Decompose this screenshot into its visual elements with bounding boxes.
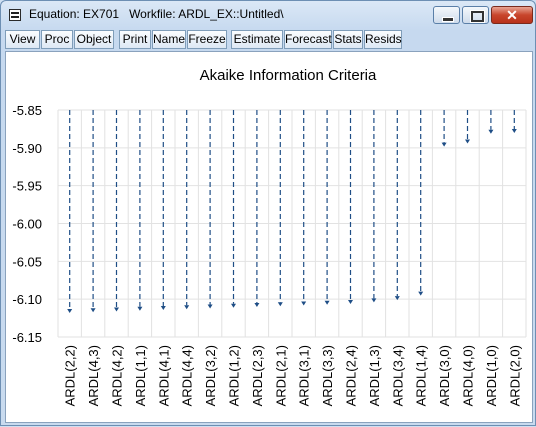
x-category-label: ARDL(2,4) [344, 345, 359, 406]
equation-window: Equation: EX701 Workfile: ARDL_EX::Untit… [0, 0, 536, 426]
x-category-label: ARDL(1,4) [414, 345, 429, 406]
x-category-label: ARDL(2,3) [250, 345, 265, 406]
y-tick-label: -6.15 [12, 330, 42, 345]
x-category-label: ARDL(2,0) [507, 345, 522, 406]
x-category-label: ARDL(4,1) [156, 345, 171, 406]
chart-grid [57, 109, 527, 338]
window-menu-icon[interactable] [9, 9, 21, 21]
x-category-label: ARDL(4,4) [180, 345, 195, 406]
value-marker [254, 302, 260, 307]
value-marker [184, 305, 190, 310]
x-category-label: ARDL(4,0) [461, 345, 476, 406]
print-button[interactable]: Print [119, 30, 151, 49]
x-axis-labels: ARDL(2,2) ARDL(4,3) ARDL(4,2) ARDL(1,1) ARDL… [63, 345, 523, 406]
value-marker [67, 309, 73, 314]
x-category-label: ARDL(3,0) [437, 345, 452, 406]
x-category-label: ARDL(3,4) [390, 345, 405, 406]
object-button[interactable]: Object [74, 30, 114, 49]
x-category-label: ARDL(4,3) [86, 345, 101, 406]
x-category-label: ARDL(3,2) [203, 345, 218, 406]
name-button[interactable]: Name [152, 30, 186, 49]
x-category-label: ARDL(1,3) [367, 345, 382, 406]
resids-button[interactable]: Resids [364, 30, 402, 49]
value-marker [488, 129, 494, 134]
y-axis-ticks: -5.85 -5.90 -5.95 -6.00 -6.05 -6.10 -6.15 [12, 103, 42, 345]
value-marker [231, 303, 236, 308]
graph-panel: Akaike Information Criteria -5.85 -5.90 -5… [5, 51, 533, 423]
close-icon: ✕ [506, 7, 518, 23]
x-category-label: ARDL(1,1) [133, 345, 148, 406]
value-marker [371, 298, 377, 303]
y-tick-label: -6.10 [12, 292, 42, 307]
value-marker [418, 291, 424, 296]
view-button[interactable]: View [5, 30, 40, 49]
proc-button[interactable]: Proc [41, 30, 73, 49]
value-marker [114, 307, 119, 312]
x-category-label: ARDL(2,2) [63, 345, 78, 406]
value-marker [511, 128, 517, 133]
value-marker [277, 302, 283, 307]
toolbar: View Proc Object Print Name Freeze Estim… [5, 30, 531, 50]
minimize-icon [442, 17, 454, 22]
y-tick-label: -5.90 [12, 141, 42, 156]
minimize-button[interactable] [433, 6, 460, 24]
y-tick-label: -5.95 [12, 179, 42, 194]
value-marker [324, 300, 330, 305]
y-tick-label: -5.85 [12, 103, 42, 118]
value-marker [137, 306, 143, 311]
chart-title: Akaike Information Criteria [200, 67, 377, 84]
x-category-label: ARDL(2,1) [273, 345, 288, 406]
y-tick-label: -6.05 [12, 254, 42, 269]
window-title: Equation: EX701 Workfile: ARDL_EX::Untit… [29, 7, 284, 21]
close-button[interactable]: ✕ [491, 6, 533, 24]
value-marker [160, 306, 166, 311]
y-tick-label: -6.00 [12, 217, 42, 232]
value-marker [441, 142, 447, 147]
x-category-label: ARDL(3,3) [320, 345, 335, 406]
x-category-label: ARDL(4,2) [110, 345, 125, 406]
value-marker [207, 304, 213, 309]
estimate-button[interactable]: Estimate [231, 30, 283, 49]
value-marker [465, 139, 470, 144]
freeze-button[interactable]: Freeze [187, 30, 227, 49]
stats-button[interactable]: Stats [333, 30, 363, 49]
x-category-label: ARDL(1,2) [227, 345, 242, 406]
title-bar[interactable]: Equation: EX701 Workfile: ARDL_EX::Untit… [1, 1, 535, 29]
x-category-label: ARDL(1,0) [484, 345, 499, 406]
x-category-label: ARDL(3,1) [297, 345, 312, 406]
aic-chart: Akaike Information Criteria -5.85-5.90-5… [12, 67, 527, 406]
maximize-button[interactable] [462, 6, 489, 24]
maximize-icon [471, 11, 484, 22]
value-marker [301, 301, 307, 306]
value-marker [90, 308, 96, 313]
value-marker [348, 299, 353, 304]
forecast-button[interactable]: Forecast [284, 30, 332, 49]
